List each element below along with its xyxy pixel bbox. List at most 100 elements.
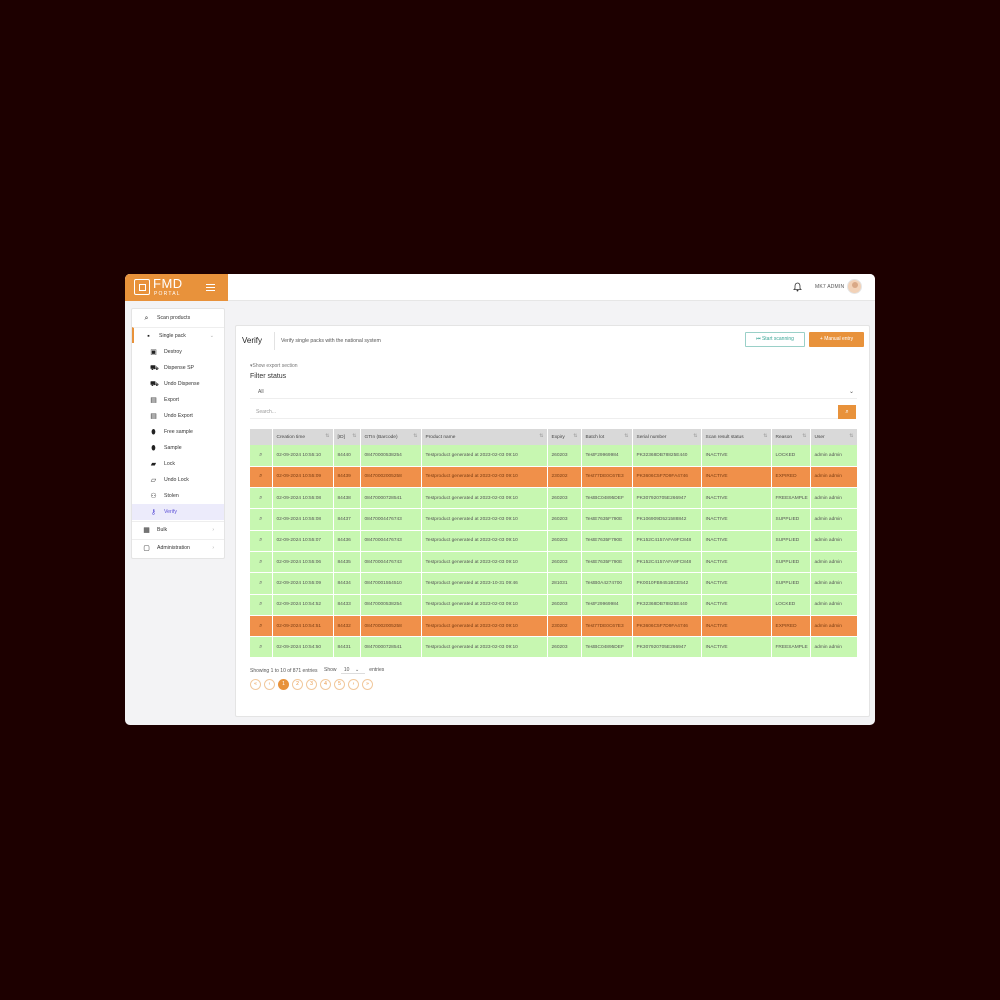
table-cell: Test77DE0C67E3: [581, 615, 633, 638]
column-header[interactable]: Scan result status ⇅: [701, 429, 772, 445]
page-button[interactable]: 3: [306, 679, 317, 690]
table-cell: INACTIVE: [701, 508, 772, 531]
table-cell: 281031: [547, 572, 582, 595]
table-row[interactable]: ⌕ 02-09-2024 10:55:06 84435 08470004476743 T…: [250, 551, 858, 574]
table-cell: 08470004476743: [360, 551, 422, 574]
table-cell: Testproduct generated at 2023-02-03 09:1…: [421, 508, 548, 531]
table-row[interactable]: ⌕ 02-09-2024 10:55:09 84439 08470002005258 T…: [250, 466, 858, 489]
page-nav-button[interactable]: ›: [348, 679, 359, 690]
start-scanning-button[interactable]: ⏮ Start scanning: [745, 332, 805, 347]
table-row[interactable]: ⌕ 02-09-2024 10:55:10 84440 08470000538254 T…: [250, 445, 858, 467]
show-label: Show: [324, 667, 337, 673]
page-button[interactable]: 5: [334, 679, 345, 690]
table-row[interactable]: ⌕ 02-09-2024 10:55:08 84437 08470004476743 T…: [250, 508, 858, 531]
search-input[interactable]: Search...: [250, 405, 838, 419]
logo-icon: [134, 279, 150, 295]
manual-entry-button[interactable]: + Manual entry: [809, 332, 864, 347]
table-cell: PK3606C5F7D9FA4746: [632, 466, 702, 489]
sidebar: ⌕ Scan products ▪ Single pack ⌄ ▣ Destro…: [131, 308, 225, 559]
column-header[interactable]: GTIn (Barcode) ⇅: [360, 429, 422, 445]
table-cell: 08470002005258: [360, 615, 422, 638]
column-header[interactable]: Batch lot ⇅: [581, 429, 633, 445]
table-cell: TestB0A4274700: [581, 572, 633, 595]
page-nav-button[interactable]: «: [250, 679, 261, 690]
column-header[interactable]: Reason ⇅: [771, 429, 811, 445]
sidebar-item-label: Undo Dispense: [164, 381, 200, 387]
table-cell: SUPPLIED: [771, 551, 811, 574]
table-cell: EXPIRED: [771, 466, 811, 489]
sidebar-item-export[interactable]: ▤ Export: [132, 392, 224, 408]
page-button[interactable]: 2: [292, 679, 303, 690]
view-details-icon[interactable]: ⌕: [250, 466, 273, 489]
column-header[interactable]: Expiry ⇅: [547, 429, 582, 445]
sidebar-item-label: Lock: [164, 461, 175, 467]
column-header-label: [ID]: [337, 434, 345, 440]
sidebar-item-stolen[interactable]: ⚇ Stolen: [132, 488, 224, 504]
bell-icon[interactable]: [793, 282, 802, 292]
sidebar-item-lock[interactable]: ▰ Lock: [132, 456, 224, 472]
avatar[interactable]: [847, 279, 862, 294]
table-row[interactable]: ⌕ 02-09-2024 10:55:07 84436 08470004476743 T…: [250, 530, 858, 552]
table-cell: INACTIVE: [701, 636, 772, 659]
view-details-icon[interactable]: ⌕: [250, 615, 273, 638]
table-cell: 84433: [333, 594, 361, 616]
sidebar-item-scan-products[interactable]: ⌕ Scan products: [132, 310, 224, 326]
table-cell: Testproduct generated at 2023-02-03 09:1…: [421, 487, 548, 510]
view-details-icon[interactable]: ⌕: [250, 530, 273, 552]
table-cell: FREESAMPLE: [771, 487, 811, 510]
logo-subtext: PORTAL: [154, 291, 181, 297]
menu-toggle-icon[interactable]: [206, 284, 215, 291]
sidebar-item-sample[interactable]: ⬮ Sample: [132, 440, 224, 456]
table-cell: 230202: [547, 466, 582, 489]
sidebar-item-bulk[interactable]: ▦ Bulk ›: [132, 521, 224, 537]
table-cell: 84436: [333, 530, 361, 552]
view-details-icon[interactable]: ⌕: [250, 594, 273, 616]
column-header-label: Serial number: [636, 434, 667, 440]
sidebar-item-undo-lock[interactable]: ▱ Undo Lock: [132, 472, 224, 488]
filter-status-select[interactable]: All ⌄: [250, 385, 857, 399]
sidebar-item-undo-dispense[interactable]: ⛟ Undo Dispense: [132, 376, 224, 392]
sidebar-item-verify[interactable]: ⚷ Verify: [132, 504, 224, 520]
undo-cart-icon: ⛟: [150, 381, 159, 388]
view-details-icon[interactable]: ⌕: [250, 487, 273, 510]
table-row[interactable]: ⌕ 02-09-2024 10:55:08 84438 08470000728541 T…: [250, 487, 858, 510]
table-row[interactable]: ⌕ 02-09-2024 10:54:50 84431 08470000728541 T…: [250, 636, 858, 659]
page-button[interactable]: 4: [320, 679, 331, 690]
sidebar-item-single-pack[interactable]: ▪ Single pack ⌄: [132, 327, 224, 343]
search-icon: ⌕: [845, 409, 849, 415]
start-scanning-label: Start scanning: [761, 336, 794, 342]
table-cell: 230202: [547, 615, 582, 638]
column-header[interactable]: User ⇅: [810, 429, 858, 445]
sidebar-item-destroy[interactable]: ▣ Destroy: [132, 344, 224, 360]
sort-icon: ⇅: [624, 433, 629, 439]
table-cell: admin admin: [810, 551, 858, 574]
column-header[interactable]: [ID] ⇅: [333, 429, 361, 445]
table-cell: 08470000538254: [360, 445, 422, 467]
sidebar-item-dispense-sp[interactable]: ⛟ Dispense SP: [132, 360, 224, 376]
table-row[interactable]: ⌕ 02-09-2024 10:54:52 84433 08470000538254 T…: [250, 594, 858, 616]
show-export-link[interactable]: ▾Show export section: [250, 363, 298, 369]
sidebar-item-free-sample[interactable]: ⬮ Free sample: [132, 424, 224, 440]
view-details-icon[interactable]: ⌕: [250, 551, 273, 574]
page-button[interactable]: 1: [278, 679, 289, 690]
sidebar-item-undo-export[interactable]: ▤ Undo Export: [132, 408, 224, 424]
username-label[interactable]: MK7 ADMIN: [815, 284, 844, 290]
column-header[interactable]: Serial number ⇅: [632, 429, 702, 445]
column-header[interactable]: Product name ⇅: [421, 429, 548, 445]
view-details-icon[interactable]: ⌕: [250, 445, 273, 467]
table-row[interactable]: ⌕ 02-09-2024 10:55:09 84434 08470001554510 T…: [250, 572, 858, 595]
search-button[interactable]: ⌕: [838, 405, 856, 419]
view-details-icon[interactable]: ⌕: [250, 636, 273, 659]
sidebar-item-administration[interactable]: ▢ Administration ›: [132, 539, 224, 555]
column-header[interactable]: Creation time ⇅: [272, 429, 334, 445]
view-details-icon[interactable]: ⌕: [250, 572, 273, 595]
view-details-icon[interactable]: ⌕: [250, 508, 273, 531]
column-header-label: Expiry: [551, 434, 565, 440]
table-cell: admin admin: [810, 636, 858, 659]
page-nav-button[interactable]: »: [362, 679, 373, 690]
table-row[interactable]: ⌕ 02-09-2024 10:54:51 84432 08470002005258 T…: [250, 615, 858, 638]
table-cell: 02-09-2024 10:55:09: [272, 466, 334, 489]
page-nav-button[interactable]: ‹: [264, 679, 275, 690]
page-size-select[interactable]: 10 ⌄: [340, 667, 365, 674]
table-cell: admin admin: [810, 508, 858, 531]
